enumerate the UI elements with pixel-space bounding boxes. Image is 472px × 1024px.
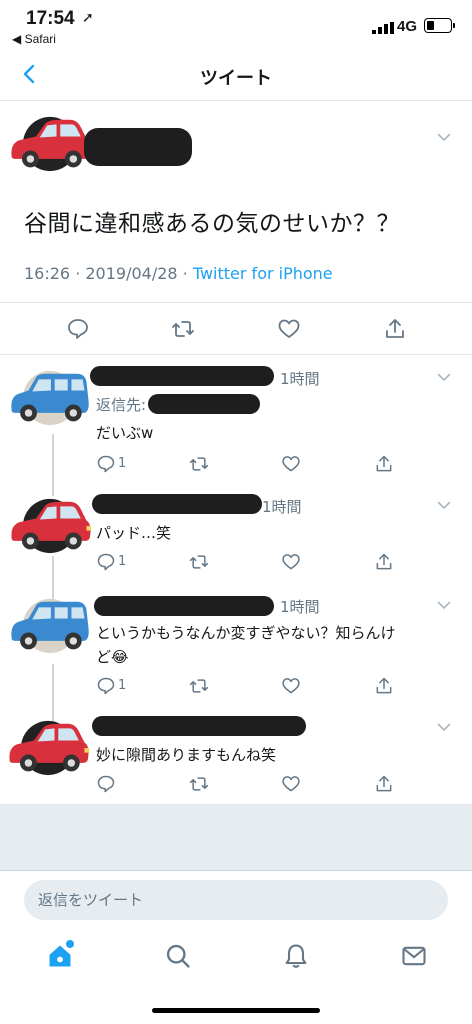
empty-area xyxy=(0,804,472,871)
back-icon[interactable] xyxy=(18,62,42,86)
reply-time: 1時間 xyxy=(280,598,320,616)
like-icon[interactable] xyxy=(281,676,301,696)
status-bar: 17:54 ➚ ◀ Safari 4G xyxy=(0,0,472,52)
divider xyxy=(0,870,472,871)
chevron-down-icon[interactable] xyxy=(436,372,452,382)
reply-tweet[interactable]: 1時間 というかもうなんか変すぎやない？知らんけ ど😂 1 xyxy=(0,584,472,708)
avatar[interactable] xyxy=(8,368,92,428)
author-name-redacted[interactable] xyxy=(90,366,274,386)
reply-text-line2: ど😂 xyxy=(96,648,129,666)
reply-tweet[interactable]: 妙に隙間ありますもんね笑 xyxy=(0,706,472,804)
retweet-icon[interactable] xyxy=(171,317,195,341)
reply-to-label: 返信先: xyxy=(96,396,147,414)
chevron-down-icon[interactable] xyxy=(436,722,452,732)
share-icon[interactable] xyxy=(374,676,394,696)
author-name-redacted[interactable] xyxy=(94,596,274,616)
reply-text: 妙に隙間ありますもんね笑 xyxy=(96,746,277,764)
tweet-source-link[interactable]: Twitter for iPhone xyxy=(193,264,333,283)
avatar[interactable] xyxy=(8,596,92,656)
retweet-icon[interactable] xyxy=(189,676,209,696)
like-icon[interactable] xyxy=(281,774,301,794)
location-arrow-icon: ➚ xyxy=(82,10,94,26)
reply-tweet[interactable]: 1時間 パッド…笑 1 xyxy=(0,484,472,588)
share-icon[interactable] xyxy=(374,454,394,474)
avatar[interactable] xyxy=(6,718,90,778)
status-time: 17:54 xyxy=(26,8,75,29)
battery-tip xyxy=(453,23,455,28)
chevron-down-icon[interactable] xyxy=(436,600,452,610)
reply-icon[interactable] xyxy=(96,676,116,696)
search-icon[interactable] xyxy=(164,942,192,970)
reply-text: パッド…笑 xyxy=(96,524,172,542)
reply-count: 1 xyxy=(118,554,127,569)
divider xyxy=(0,302,472,303)
avatar[interactable] xyxy=(8,496,92,556)
reply-icon[interactable] xyxy=(96,454,116,474)
divider xyxy=(0,354,472,355)
avatar[interactable] xyxy=(8,112,92,176)
reply-icon[interactable] xyxy=(96,552,116,572)
author-name-redacted[interactable] xyxy=(92,716,306,736)
reply-count: 1 xyxy=(118,456,127,471)
reply-text-line1: というかもうなんか変すぎやない？知らんけ xyxy=(96,624,396,642)
page-title: ツイート xyxy=(200,68,272,89)
new-content-dot xyxy=(66,940,74,948)
tweet-timestamp: 16:26 · 2019/04/28 · xyxy=(24,264,193,283)
reply-count: 1 xyxy=(118,678,127,693)
home-indicator[interactable] xyxy=(152,1008,320,1013)
battery-icon xyxy=(424,18,452,33)
network-type: 4G xyxy=(397,18,418,35)
reply-time: 1時間 xyxy=(262,498,302,516)
reply-input[interactable]: 返信をツイート xyxy=(24,880,448,920)
reply-tweet[interactable]: 1時間 返信先: だいぶw 1 xyxy=(0,356,472,480)
back-to-safari-link[interactable]: ◀ Safari xyxy=(12,32,56,46)
chevron-down-icon[interactable] xyxy=(436,132,452,142)
reply-time: 1時間 xyxy=(280,370,320,388)
retweet-icon[interactable] xyxy=(189,552,209,572)
like-icon[interactable] xyxy=(277,317,301,341)
reply-icon[interactable] xyxy=(96,774,116,794)
chevron-down-icon[interactable] xyxy=(436,500,452,510)
nav-header: ツイート xyxy=(0,52,472,101)
author-name-redacted[interactable] xyxy=(92,494,262,514)
tweet-meta: 16:26 · 2019/04/28 · Twitter for iPhone xyxy=(24,264,333,283)
author-name-redacted[interactable] xyxy=(84,128,192,166)
reply-text: だいぶw xyxy=(96,424,154,442)
notifications-icon[interactable] xyxy=(282,942,310,970)
like-icon[interactable] xyxy=(281,552,301,572)
signal-icon xyxy=(372,22,394,34)
reply-icon[interactable] xyxy=(66,317,90,341)
messages-icon[interactable] xyxy=(400,942,428,970)
like-icon[interactable] xyxy=(281,454,301,474)
share-icon[interactable] xyxy=(374,552,394,572)
tweet-text: 谷間に違和感あるの気のせいか？？ xyxy=(24,211,400,237)
share-icon[interactable] xyxy=(383,317,407,341)
retweet-icon[interactable] xyxy=(189,454,209,474)
retweet-icon[interactable] xyxy=(189,774,209,794)
share-icon[interactable] xyxy=(374,774,394,794)
reply-to-redacted[interactable] xyxy=(148,394,260,414)
